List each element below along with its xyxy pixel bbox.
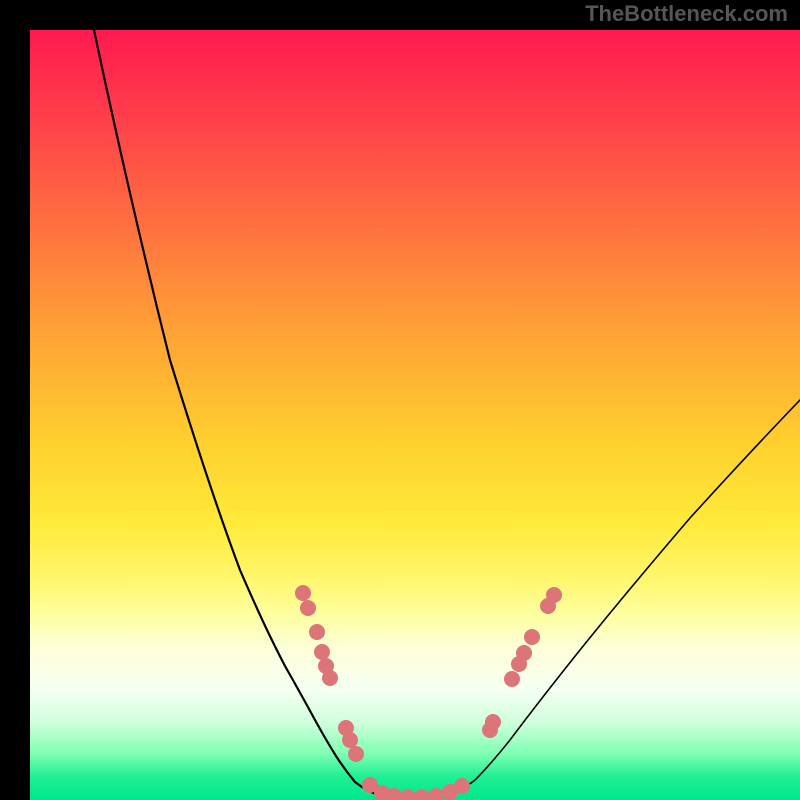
marker-dot bbox=[309, 624, 325, 640]
marker-dot bbox=[300, 600, 316, 616]
marker-dot bbox=[516, 645, 532, 661]
chart-container: TheBottleneck.com bbox=[0, 0, 800, 800]
marker-dot bbox=[414, 789, 430, 800]
valley-markers-left bbox=[295, 585, 458, 800]
marker-dot bbox=[454, 778, 470, 794]
valley-markers-right bbox=[454, 587, 562, 794]
marker-dot bbox=[295, 585, 311, 601]
marker-dot bbox=[428, 788, 444, 800]
marker-dot bbox=[504, 671, 520, 687]
plot-area bbox=[30, 30, 800, 800]
right-curve bbox=[420, 400, 800, 798]
marker-dot bbox=[314, 644, 330, 660]
marker-dot bbox=[485, 714, 501, 730]
marker-dot bbox=[524, 629, 540, 645]
curve-layer bbox=[30, 30, 800, 800]
left-curve bbox=[94, 30, 410, 798]
watermark-text: TheBottleneck.com bbox=[585, 1, 788, 27]
marker-dot bbox=[546, 587, 562, 603]
marker-dot bbox=[348, 746, 364, 762]
marker-dot bbox=[322, 670, 338, 686]
marker-dot bbox=[342, 732, 358, 748]
marker-dot bbox=[400, 789, 416, 800]
